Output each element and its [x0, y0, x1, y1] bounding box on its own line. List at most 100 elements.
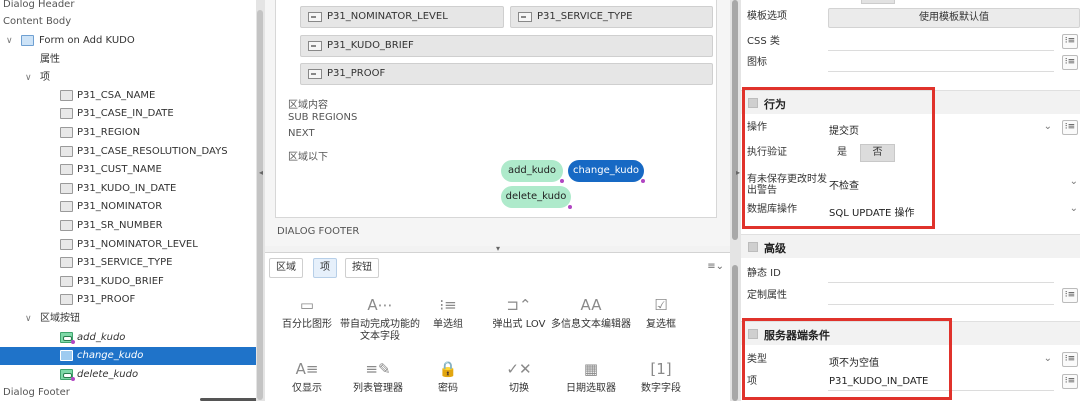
layout-item-p31-kudo-brief[interactable]: P31_KUDO_BRIEF	[300, 35, 713, 57]
position-dot-icon	[71, 340, 75, 344]
tree-node-dialog-header[interactable]: Dialog Header	[0, 0, 256, 14]
tree-item-p31-nominator[interactable]: P31_NOMINATOR	[0, 198, 256, 216]
gallery-item-label: 多信息文本编辑器	[551, 319, 631, 330]
gallery-item-label: 切换	[509, 383, 529, 394]
section-advanced[interactable]: 高级	[741, 234, 1080, 258]
tree-node-label: Dialog Header	[3, 0, 75, 10]
tree-button-add-kudo[interactable]: add_kudo	[0, 329, 256, 347]
layout-item-p31-nominator-level[interactable]: P31_NOMINATOR_LEVEL	[300, 6, 504, 28]
gallery-item-date-picker[interactable]: ▦ 日期选取器	[551, 359, 631, 395]
dialog-body-region: P31_NOMINATOR_LEVEL P31_SERVICE_TYPE P31…	[275, 0, 717, 218]
select-list-icon	[60, 127, 73, 138]
gallery-item-list-manager[interactable]: ≡✎ 列表管理器	[338, 359, 418, 395]
tree-node-label: delete_kudo	[77, 369, 139, 380]
file-browse-icon	[308, 69, 322, 79]
tree-button-change-kudo[interactable]: change_kudo	[0, 347, 256, 365]
collapse-right-icon[interactable]: ▸	[736, 168, 740, 177]
gallery-item-checkbox[interactable]: ☑ 复选框	[621, 295, 701, 331]
list-picker-icon[interactable]: ⁝≡	[1062, 374, 1078, 389]
list-picker-icon[interactable]: ⁝≡	[1062, 55, 1078, 70]
gallery-item-label: 弹出式 LOV	[492, 319, 546, 330]
tree-node-region-buttons[interactable]: ∨ 区域按钮	[0, 310, 256, 328]
gallery-tab-buttons[interactable]: 按钮	[345, 258, 379, 278]
tree-item-p31-sr-number[interactable]: P31_SR_NUMBER	[0, 217, 256, 235]
tree-node-label: 区域按钮	[40, 313, 80, 324]
collapse-toggle-icon[interactable]	[748, 242, 758, 252]
tree-item-p31-case-resolution-days[interactable]: P31_CASE_RESOLUTION_DAYS	[0, 143, 256, 161]
list-picker-icon[interactable]: ⁝≡	[1062, 34, 1078, 49]
prop-label: 定制属性	[747, 290, 787, 301]
add-kudo-button[interactable]: add_kudo	[501, 160, 564, 183]
tree-item-p31-kudo-in-date[interactable]: P31_KUDO_IN_DATE	[0, 180, 256, 198]
custom-attributes-input[interactable]	[828, 304, 1054, 305]
chevron-down-icon[interactable]: ∨	[25, 69, 32, 87]
tree-item-p31-case-in-date[interactable]: P31_CASE_IN_DATE	[0, 105, 256, 123]
gallery-item-number-field[interactable]: [1] 数字字段	[621, 359, 701, 395]
tree-button-delete-kudo[interactable]: delete_kudo	[0, 366, 256, 384]
date-picker-icon	[60, 108, 73, 119]
text-field-icon	[60, 201, 73, 212]
delete-kudo-button[interactable]: delete_kudo	[501, 186, 572, 209]
gallery-tab-items[interactable]: 项	[313, 258, 337, 278]
gallery-item-label: 日期选取器	[566, 383, 616, 394]
gallery-item-percent-graph[interactable]: ▭ 百分比图形	[267, 295, 347, 331]
tree-node-attributes[interactable]: 属性	[0, 51, 256, 69]
component-gallery: 区域 项 按钮 ≡⌄ ▭ 百分比图形 A⋯ 带自动完成功能的文本字段 ⁝≡ 单选组 ⊐…	[265, 252, 730, 401]
css-classes-input[interactable]	[828, 50, 1054, 51]
tree-scrollbar-thumb[interactable]	[257, 10, 263, 400]
tree-node-content-body[interactable]: Content Body	[0, 13, 256, 31]
chevron-down-icon[interactable]: ⌄	[1044, 121, 1052, 132]
section-title: 高级	[764, 242, 786, 255]
list-picker-icon[interactable]: ⁝≡	[1062, 352, 1078, 367]
gallery-item-radio-group[interactable]: ⁝≡ 单选组	[408, 295, 488, 331]
tree-item-p31-cust-name[interactable]: P31_CUST_NAME	[0, 161, 256, 179]
prop-template-options: 模板选项 使用模板默认值	[741, 6, 1080, 28]
tree-node-form-on-add-kudo[interactable]: ∨ Form on Add KUDO	[0, 32, 256, 50]
layout-item-p31-service-type[interactable]: P31_SERVICE_TYPE	[510, 6, 713, 28]
static-id-input[interactable]	[828, 282, 1054, 283]
gallery-item-rich-text-editor[interactable]: AA 多信息文本编辑器	[551, 295, 631, 331]
prop-css-classes: CSS 类 ⁝≡	[741, 31, 1080, 53]
gallery-item-switch[interactable]: ✓✕ 切换	[479, 359, 559, 395]
tree-item-p31-proof[interactable]: P31_PROOF	[0, 291, 256, 309]
tree-item-p31-kudo-brief[interactable]: P31_KUDO_BRIEF	[0, 273, 256, 291]
layout-scrollbar-thumb[interactable]	[732, 0, 738, 240]
layout-item-p31-proof[interactable]: P31_PROOF	[300, 63, 713, 85]
autocomplete-icon	[60, 164, 73, 175]
tree-node-label: 项	[40, 72, 50, 83]
tree-node-label: P31_SR_NUMBER	[77, 220, 163, 231]
chevron-down-icon[interactable]: ⌄	[1070, 176, 1078, 187]
tree-item-p31-nominator-level[interactable]: P31_NOMINATOR_LEVEL	[0, 236, 256, 254]
chevron-down-icon[interactable]: ∨	[25, 310, 32, 328]
template-options-button[interactable]: 使用模板默认值	[828, 8, 1080, 28]
prop-static-id: 静态 ID	[741, 263, 1080, 285]
change-kudo-button[interactable]: change_kudo	[568, 160, 645, 183]
tree-node-label: P31_SERVICE_TYPE	[77, 257, 173, 268]
prop-label: 模板选项	[747, 11, 787, 22]
button-icon	[60, 350, 73, 361]
tree-node-label: P31_CSA_NAME	[77, 90, 156, 101]
gallery-item-popup-lov[interactable]: ⊐⌃ 弹出式 LOV	[479, 295, 559, 331]
gallery-item-display-only[interactable]: A≡ 仅显示	[267, 359, 347, 395]
layout-scroll-gutter[interactable]	[730, 0, 741, 401]
gallery-tab-regions[interactable]: 区域	[269, 258, 303, 278]
tree-node-items[interactable]: ∨ 项	[0, 69, 256, 87]
select-list-icon	[518, 12, 532, 22]
chevron-down-icon[interactable]: ⌄	[1044, 353, 1052, 364]
list-picker-icon[interactable]: ⁝≡	[1062, 120, 1078, 135]
collapse-left-icon[interactable]: ◂	[259, 168, 263, 177]
gallery-scrollbar-thumb[interactable]	[732, 265, 738, 401]
tree-item-p31-region[interactable]: P31_REGION	[0, 124, 256, 142]
select-list-icon	[60, 257, 73, 268]
list-menu-icon[interactable]: ≡⌄	[707, 261, 724, 272]
icon-input[interactable]	[828, 71, 1054, 72]
chevron-down-icon[interactable]: ∨	[6, 32, 13, 50]
tree-item-p31-service-type[interactable]: P31_SERVICE_TYPE	[0, 254, 256, 272]
chevron-down-icon[interactable]: ⌄	[1070, 203, 1078, 214]
list-picker-icon[interactable]: ⁝≡	[1062, 288, 1078, 303]
tree-item-p31-csa-name[interactable]: P31_CSA_NAME	[0, 87, 256, 105]
gallery-item-password[interactable]: 🔒 密码	[408, 359, 488, 395]
property-button-stub[interactable]	[861, 0, 895, 4]
tree-node-label: Content Body	[3, 16, 72, 27]
tree-scroll-gutter[interactable]	[256, 0, 265, 401]
